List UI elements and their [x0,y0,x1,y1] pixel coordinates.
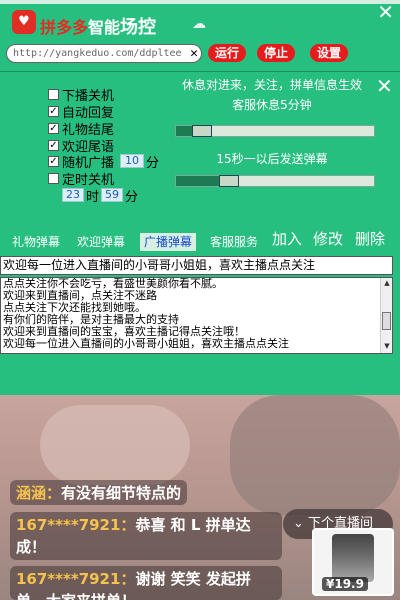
chevron-down-icon: ⌄ [293,516,304,531]
slider-thumb[interactable] [192,125,212,137]
danmaku-entry-input[interactable]: 欢迎每一位进入直播间的小哥哥小姐姐，喜欢主播点点关注 [0,256,393,275]
app-title: 拼多多智能场控 [40,13,156,39]
live-comment: 涵涵：有没有细节特点的 [10,480,188,505]
divider [0,71,400,72]
scroll-up-icon[interactable]: ▲ [382,279,392,289]
rest-duration-text: 客服休息5分钟 [232,98,312,112]
url-toolbar: http://yangkeduo.com/ddpltee ✕ 运行 停止 设置 [0,40,400,70]
window-close-icon[interactable]: ✕ [377,0,394,24]
checkbox-box[interactable]: ✓ [48,139,59,151]
scroll-down-icon[interactable]: ▼ [382,342,392,352]
comment-user: 167****7921： [16,516,136,534]
tab-broadcast-danmaku[interactable]: 广播弹幕 [140,233,197,251]
comment-user: 涵涵： [16,484,62,502]
checkbox-gift-ending[interactable]: ✓ 礼物结尾 [48,120,114,138]
delete-button[interactable]: 删除 [355,228,385,249]
brand-name: 拼多多 [40,18,89,37]
tab-customer-service[interactable]: 客服服务 [210,233,258,251]
shutdown-minute-input[interactable]: 59 [101,188,124,202]
panel-close-icon[interactable]: ✕ [376,74,393,98]
live-comment: 167****7921：谢谢 笑笑 发起拼单，大家来拼单！ [10,566,282,600]
hour-unit-label: 时 [86,189,100,205]
checkbox-box[interactable]: ✓ [48,155,59,167]
tab-welcome-danmaku[interactable]: 欢迎弹幕 [77,233,125,251]
tab-gift-danmaku[interactable]: 礼物弹幕 [12,233,60,251]
title-bar: ♥ 拼多多智能场控 ☁ ✕ [0,0,400,40]
checkbox-box[interactable] [48,88,59,100]
rest-duration-slider[interactable] [175,125,375,137]
stop-button[interactable]: 停止 [257,44,295,62]
minute-unit-label: 分 [125,189,139,205]
comment-user: 167****7921： [16,570,136,588]
checkbox-shutdown-on-end[interactable]: 下播关机 [48,86,114,104]
run-button[interactable]: 运行 [208,44,246,62]
broadcast-unit-label: 分 [146,155,160,171]
product-card[interactable]: ¥19.9 [312,528,394,596]
slider-thumb[interactable] [219,175,239,187]
add-button[interactable]: 加入 [272,228,302,249]
checkbox-auto-reply[interactable]: ✓ 自动回复 [48,103,114,121]
product-image [332,534,374,582]
live-comment: 167****7921：恭喜 和 L 拼单达成！ [10,512,282,560]
url-value: http://yangkeduo.com/ddpltee [13,48,182,59]
checkbox-random-broadcast[interactable]: ✓ 随机广播 10 分 [48,153,160,171]
pinduoduo-logo-icon: ♥ [12,10,36,34]
product-price: ¥19.9 [322,577,368,591]
rest-info-text: 休息对进来，关注，拼单信息生效 [181,78,362,92]
checkbox-box[interactable]: ✓ [48,105,59,117]
danmaku-interval-slider[interactable] [175,175,375,187]
url-input[interactable]: http://yangkeduo.com/ddpltee ✕ [6,44,202,63]
list-item[interactable]: 欢迎每一位进入直播间的小哥哥小姐姐，喜欢主播点点关注 [1,338,392,350]
settings-button[interactable]: 设置 [310,44,348,62]
video-blur [40,405,190,485]
edit-button[interactable]: 修改 [313,228,343,249]
clear-url-icon[interactable]: ✕ [190,45,198,62]
danmaku-interval-text: 15秒一以后发送弹幕 [216,152,328,166]
checkbox-scheduled-shutdown[interactable]: 定时关机 [48,170,114,188]
shutdown-time-row: 23 时 59 分 [62,187,139,205]
video-blur [230,395,400,515]
shutdown-hour-input[interactable]: 23 [62,188,84,202]
checkbox-box[interactable] [48,172,59,184]
comment-text: 有没有细节特点的 [61,484,182,502]
brand-suffix: 场控 [120,17,157,38]
cloud-icon: ☁ [192,16,206,32]
list-scrollbar[interactable]: ▲ ▼ [380,278,392,353]
danmaku-list[interactable]: 点点关注你不会吃亏，看盛世美颜你看不腻。 欢迎来到直播间，点关注不迷路 点点关注… [0,277,393,354]
broadcast-minutes-input[interactable]: 10 [120,154,145,168]
scroll-thumb[interactable] [382,312,391,330]
brand-middle: 智能 [88,18,121,37]
checkbox-box[interactable]: ✓ [48,122,59,134]
